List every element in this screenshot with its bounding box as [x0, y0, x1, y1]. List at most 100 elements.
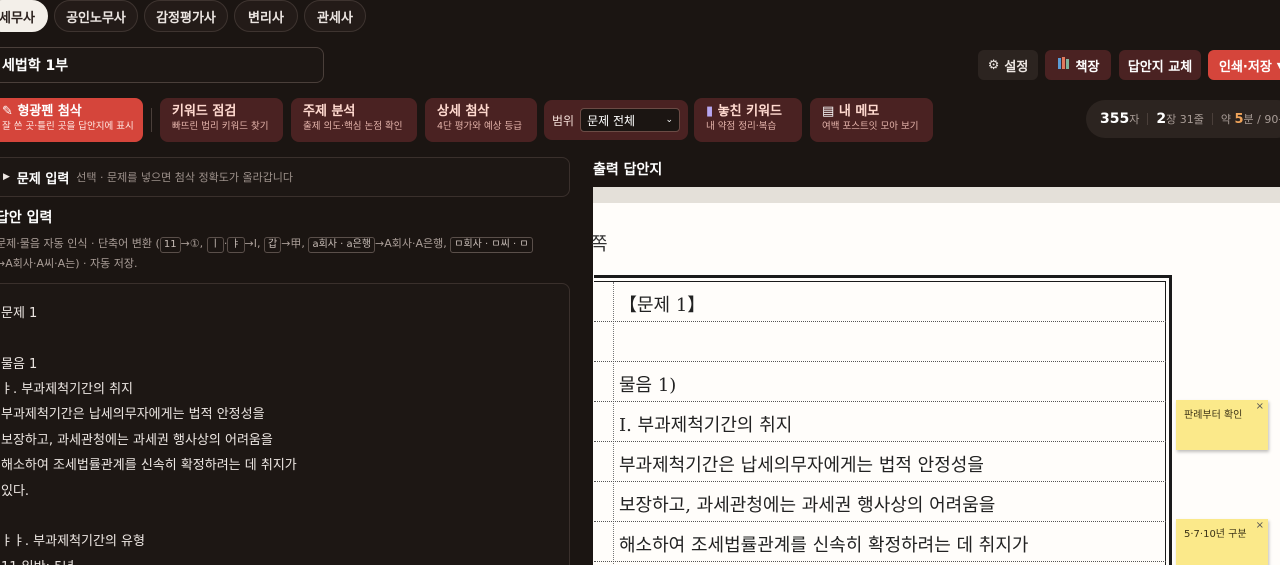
sheet-row: [594, 322, 1166, 362]
detail-sub: 4단 평가와 예상 등급: [437, 121, 523, 132]
sheet-row-text: 부과제척기간은 납세의무자에게는 법적 안정성을: [619, 455, 984, 476]
answer-editor[interactable]: 문제 1 물음 1 ㅑ. 부과제척기간의 취지 부과제척기간은 납세의무자에게는…: [0, 283, 570, 565]
keyword-check-button[interactable]: 키워드 점검 빠뜨린 법리 키워드 찾기: [160, 98, 283, 142]
sheet-row-text: 보장하고, 과세관청에는 과세권 행사상의 어려움을: [619, 495, 996, 516]
shortcut-key: ㅁ회사 · ㅁ씨 · ㅁ: [450, 237, 533, 253]
answer-input-help: 문제·물음 자동 인식 · 단축어 변환 (11 →①, ㅣ · ㅑ →Ⅰ, 갑 →甲, …: [0, 234, 566, 274]
my-memo-button[interactable]: ▤ 내 메모 여백 포스트잇 모아 보기: [810, 98, 933, 142]
editor-line: 있다.: [1, 484, 30, 499]
sheet-row-text: 【문제 1】: [619, 295, 706, 316]
range-selector: 범위 문제 전체 ⌄: [544, 100, 688, 140]
topic-sub: 출제 의도·핵심 논점 확인: [303, 121, 403, 132]
question-input-toggle[interactable]: ▶ 문제 입력 선택 · 문제를 넣으면 첨삭 정확도가 올라갑니다: [0, 157, 570, 197]
shortcut-key: ㅣ: [206, 237, 224, 253]
answer-grid-outer: 【문제 1】 물음 1) Ⅰ. 부과제척기간의 취지 부과제척기간은 납세의무자…: [594, 275, 1172, 565]
pen-icon: ✎: [2, 104, 13, 119]
settings-button[interactable]: ⚙ 설정: [978, 50, 1038, 80]
missed-sub: 내 약점 정리·복습: [706, 121, 777, 132]
char-count: 355: [1100, 111, 1130, 127]
highlighter-review-button[interactable]: ✎ 형광펜 첨삭 잘 쓴 곳·틀린 곳을 답안지에 표시: [0, 98, 143, 142]
tab-patent-attorney[interactable]: 변리사: [234, 0, 298, 32]
paper-header: [593, 187, 1280, 203]
close-icon[interactable]: ×: [1256, 520, 1264, 531]
keyword-title: 키워드 점검: [172, 104, 237, 119]
shortcut-key: a회사 · a은행: [308, 237, 376, 253]
close-icon[interactable]: ×: [1256, 401, 1264, 412]
divider: [1211, 113, 1213, 125]
editor-line: ㅑ. 부과제척기간의 취지: [1, 382, 133, 397]
tab-tax-accountant[interactable]: 세무사: [0, 0, 48, 32]
question-input-hint: 선택 · 문제를 넣으면 첨삭 정확도가 올라갑니다: [76, 171, 294, 184]
line-count: 31줄: [1179, 113, 1204, 126]
sheet-row: 보장하고, 과세관청에는 과세권 행사상의 어려움을: [594, 482, 1166, 522]
tab-labor-attorney[interactable]: 공인노무사: [54, 0, 138, 32]
editor-line: 해소하여 조세법률관계를 신속히 확정하려는 데 취지가: [1, 458, 297, 473]
sheet-row-text: Ⅰ. 부과제척기간의 취지: [619, 415, 793, 436]
divider: [1147, 113, 1149, 125]
detail-title: 상세 첨삭: [437, 104, 490, 119]
shortcut-key: ㅑ: [227, 237, 245, 253]
page-side-mark: 쪽: [591, 234, 608, 255]
sheet-row-text: 해소하여 조세법률관계를 신속히 확정하려는 데 취지가: [619, 535, 1029, 556]
page-count: 2: [1156, 111, 1167, 127]
help-text: →A회사·A씨·A는) · 자동 저장.: [0, 257, 138, 270]
tab-appraiser[interactable]: 감정평가사: [144, 0, 228, 32]
topic-title: 주제 분석: [303, 104, 356, 119]
missed-keywords-button[interactable]: ▮ 놓친 키워드 내 약점 정리·복습: [694, 98, 802, 142]
topic-analysis-button[interactable]: 주제 분석 출제 의도·핵심 논점 확인: [291, 98, 417, 142]
output-sheet-title: 출력 답안지: [593, 162, 663, 178]
range-selected-value: 문제 전체: [587, 113, 636, 128]
bookshelf-button[interactable]: 책장: [1045, 50, 1111, 80]
time-prefix: 약: [1220, 113, 1231, 126]
triangle-right-icon: ▶: [3, 172, 10, 182]
sticky-note[interactable]: 판례부터 확인 ×: [1176, 400, 1268, 450]
range-select[interactable]: 문제 전체 ⌄: [580, 108, 681, 132]
editor-line: 11 일반: 5년: [1, 556, 74, 565]
sheet-row: 부과제척기간은 납세의무자에게는 법적 안정성을: [594, 442, 1166, 482]
editor-line: 보장하고, 과세관청에는 과세권 행사상의 어려움을: [1, 433, 273, 448]
range-label: 범위: [552, 113, 575, 128]
question-input-label: 문제 입력: [16, 171, 70, 187]
sheet-row: 해소하여 조세법률관계를 신속히 확정하려는 데 취지가: [594, 522, 1166, 562]
document-title: 세법학 1부: [2, 58, 69, 74]
time-limit: / 90분: [1257, 113, 1280, 126]
answer-grid: 【문제 1】 물음 1) Ⅰ. 부과제척기간의 취지 부과제척기간은 납세의무자…: [594, 281, 1166, 565]
swap-sheet-label: 답안지 교체: [1127, 59, 1193, 75]
document-title-input[interactable]: 세법학 1부: [0, 47, 324, 83]
shortcut-key: 11: [159, 237, 181, 253]
settings-label: 설정: [1004, 59, 1029, 75]
highlighter-title: 형광펜 첨삭: [17, 104, 82, 119]
keyword-sub: 빠뜨린 법리 키워드 찾기: [172, 121, 269, 132]
help-text: →甲,: [281, 237, 309, 250]
gear-icon: ⚙: [987, 57, 1000, 73]
answer-input-title: 답안 입력: [0, 210, 53, 226]
detailed-review-button[interactable]: 상세 첨삭 4단 평가와 예상 등급: [425, 98, 537, 142]
divider: [151, 108, 152, 132]
stats-bar: 355자 2장 31줄 약 5분 / 90분: [1086, 100, 1280, 138]
sheet-row: 물음 1): [594, 362, 1166, 402]
sheet-row: Ⅰ. 부과제척기간의 취지: [594, 402, 1166, 442]
editor-line: 문제 1: [1, 306, 38, 321]
print-save-button[interactable]: 인쇄·저장 ▼: [1208, 50, 1280, 80]
sticky-note-text: 5·7·10년 구분: [1184, 529, 1247, 540]
help-text: →Ⅰ,: [244, 237, 265, 250]
shortcut-key: 갑: [264, 237, 282, 253]
memo-title: 내 메모: [838, 104, 880, 119]
tab-customs-broker[interactable]: 관세사: [304, 0, 366, 32]
swap-sheet-button[interactable]: 답안지 교체: [1119, 50, 1201, 80]
print-save-label: 인쇄·저장: [1219, 59, 1272, 75]
help-text: →A회사·A은행,: [375, 237, 451, 250]
notebook-icon: ▮: [706, 104, 714, 119]
minutes-unit: 분: [1243, 113, 1254, 126]
sticky-note[interactable]: 5·7·10년 구분 ×: [1176, 519, 1268, 565]
editor-line: ㅑㅑ. 부과제척기간의 유형: [1, 534, 145, 549]
help-text: →①,: [180, 237, 207, 250]
memo-sub: 여백 포스트잇 모아 보기: [822, 121, 919, 132]
minutes-value: 5: [1234, 111, 1244, 127]
page-unit: 장: [1166, 113, 1177, 126]
editor-line: 부과제척기간은 납세의무자에게는 법적 안정성을: [1, 407, 265, 422]
char-unit: 자: [1129, 113, 1140, 126]
help-text: 문제·물음 자동 인식 · 단축어 변환 (: [0, 237, 160, 250]
books-icon: [1057, 56, 1071, 74]
memo-icon: ▤: [822, 104, 835, 119]
